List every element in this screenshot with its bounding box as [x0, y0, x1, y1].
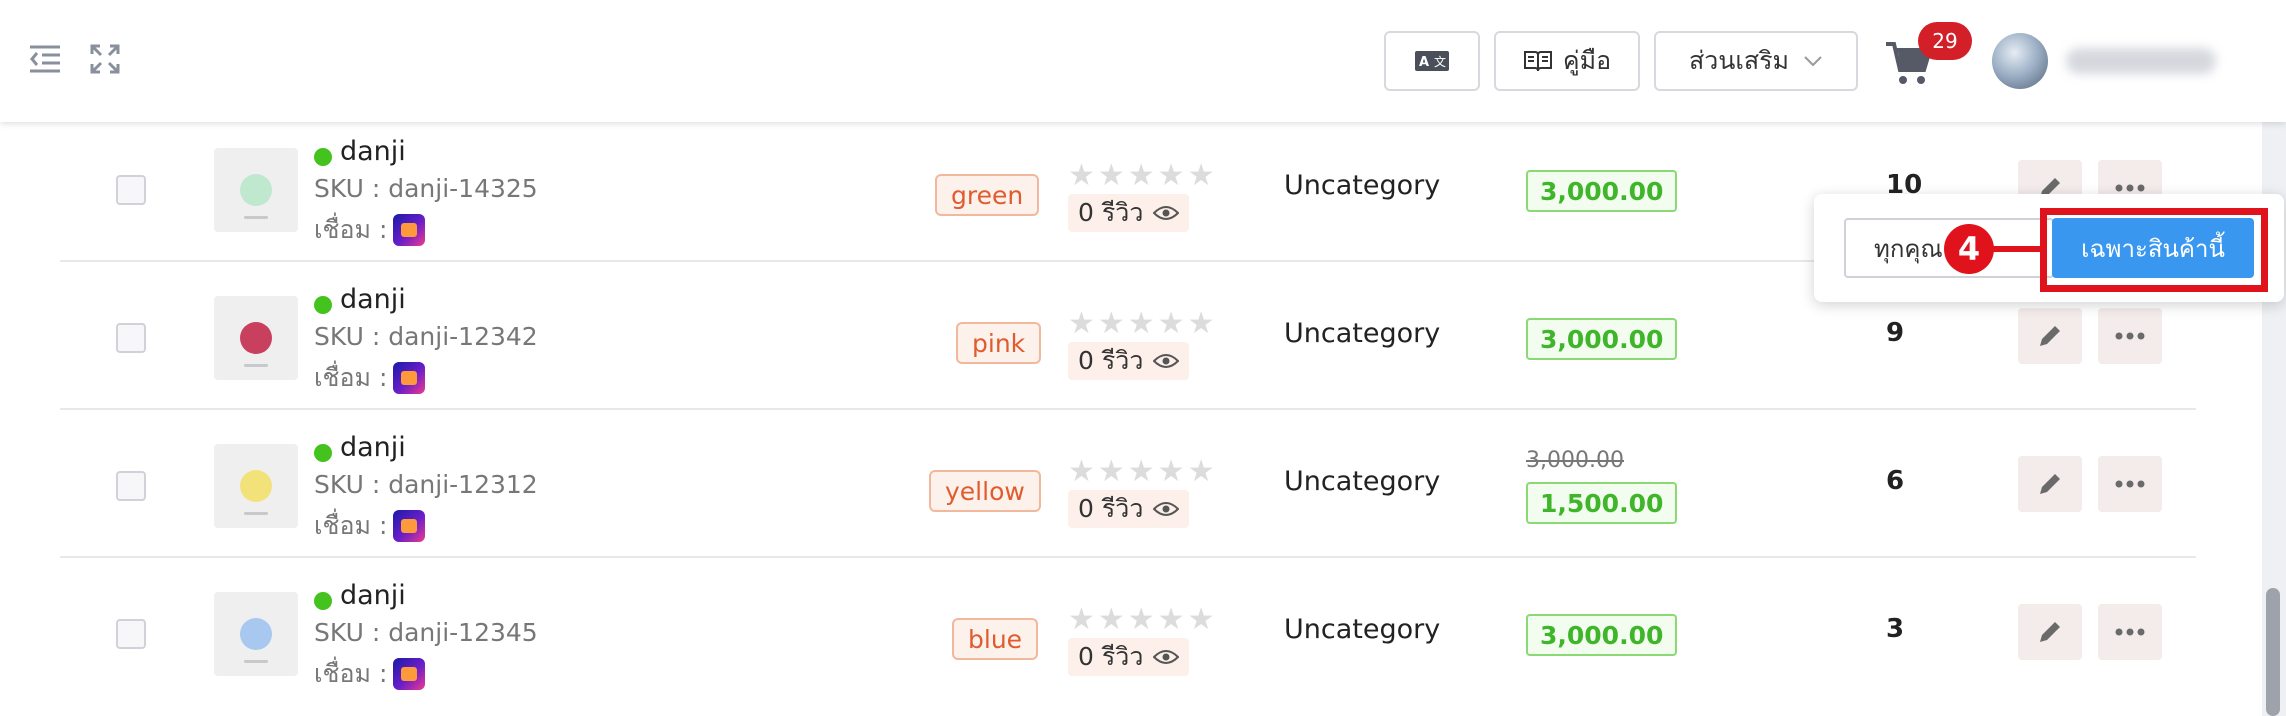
cart-count-badge: 29	[1918, 22, 1972, 60]
more-dots-icon	[2115, 480, 2145, 488]
row-checkbox[interactable]	[116, 471, 146, 501]
fullscreen-icon[interactable]	[88, 42, 122, 76]
product-thumbnail	[214, 296, 298, 380]
addons-label: ส่วนเสริม	[1688, 46, 1790, 75]
product-category: Uncategory	[1284, 614, 1441, 645]
variant-tag: green	[935, 174, 1040, 216]
edit-button[interactable]	[2018, 604, 2082, 660]
callout-step-number: 4	[1944, 224, 1994, 274]
table-row: danji SKU : danji-12345 เชื่อม : blue ★★…	[60, 558, 2196, 706]
product-image	[240, 174, 272, 206]
channel-link: เชื่อม :	[314, 210, 426, 250]
variant-tag: yellow	[929, 470, 1041, 512]
pencil-icon	[2040, 622, 2060, 642]
lazada-icon	[393, 510, 426, 542]
scrollbar-thumb[interactable]	[2266, 588, 2280, 716]
product-qty: 6	[1886, 466, 1905, 496]
channel-link: เชื่อม :	[314, 358, 426, 398]
product-category: Uncategory	[1284, 466, 1441, 497]
channel-link: เชื่อม :	[314, 654, 426, 694]
product-price: 3,000.00	[1526, 170, 1678, 212]
product-name[interactable]: danji	[340, 580, 406, 611]
more-dots-icon	[2115, 332, 2145, 340]
review-count: 0 รีวิว	[1068, 194, 1190, 232]
product-sku: SKU : danji-12342	[314, 322, 538, 351]
edit-button[interactable]	[2018, 308, 2082, 364]
eye-icon[interactable]	[1153, 500, 1180, 518]
original-price: 3,000.00	[1526, 448, 1624, 473]
chevron-down-icon	[1804, 56, 1822, 67]
avatar[interactable]	[1992, 33, 2048, 89]
row-checkbox[interactable]	[116, 323, 146, 353]
table-row: danji SKU : danji-12312 เชื่อม : yellow …	[60, 410, 2196, 558]
book-icon	[1523, 51, 1552, 72]
rating-stars: ★★★★★	[1068, 158, 1218, 193]
product-name[interactable]: danji	[340, 284, 406, 315]
rating-stars: ★★★★★	[1068, 454, 1218, 489]
collapse-menu-icon[interactable]	[28, 42, 62, 76]
more-button[interactable]	[2098, 456, 2162, 512]
eye-icon[interactable]	[1153, 352, 1180, 370]
product-category: Uncategory	[1284, 318, 1441, 349]
status-dot	[314, 296, 332, 314]
top-header: A 文 คู่มือ ส่วนเสริม 29	[0, 0, 2286, 122]
row-checkbox[interactable]	[116, 175, 146, 205]
review-count: 0 รีวิว	[1068, 638, 1190, 676]
product-image	[240, 470, 272, 502]
variant-tag: blue	[952, 618, 1039, 660]
variant-tag: pink	[956, 322, 1042, 364]
product-price: 3,000.00	[1526, 614, 1678, 656]
status-dot	[314, 444, 332, 462]
manual-label: คู่มือ	[1562, 46, 1612, 75]
rating-stars: ★★★★★	[1068, 306, 1218, 341]
product-sku: SKU : danji-12345	[314, 618, 538, 647]
rating-stars: ★★★★★	[1068, 602, 1218, 637]
more-button[interactable]	[2098, 604, 2162, 660]
product-qty: 9	[1886, 318, 1905, 348]
product-name[interactable]: danji	[340, 136, 406, 167]
pencil-icon	[2040, 326, 2060, 346]
product-image	[240, 618, 272, 650]
row-checkbox[interactable]	[116, 619, 146, 649]
product-price: 3,000.00	[1526, 318, 1678, 360]
product-name[interactable]: danji	[340, 432, 406, 463]
review-count: 0 รีวิว	[1068, 342, 1190, 380]
product-sku: SKU : danji-14325	[314, 174, 538, 203]
lazada-icon	[393, 658, 426, 690]
lazada-icon	[393, 214, 426, 246]
review-count: 0 รีวิว	[1068, 490, 1190, 528]
status-dot	[314, 592, 332, 610]
product-thumbnail	[214, 592, 298, 676]
callout-highlight-box	[2040, 208, 2268, 292]
pencil-icon	[2040, 474, 2060, 494]
callout-connector	[1992, 246, 2042, 252]
product-category: Uncategory	[1284, 170, 1441, 201]
addons-dropdown[interactable]: ส่วนเสริม	[1654, 31, 1858, 91]
channel-link: เชื่อม :	[314, 506, 426, 546]
product-image	[240, 322, 272, 354]
product-thumbnail	[214, 148, 298, 232]
translate-icon: A 文	[1415, 51, 1449, 71]
svg-text:A: A	[1419, 55, 1429, 70]
lazada-icon	[393, 362, 426, 394]
product-sku: SKU : danji-12312	[314, 470, 538, 499]
eye-icon[interactable]	[1153, 204, 1180, 222]
translate-button[interactable]: A 文	[1384, 31, 1480, 91]
status-dot	[314, 148, 332, 166]
more-dots-icon	[2115, 184, 2145, 192]
product-thumbnail	[214, 444, 298, 528]
product-price: 1,500.00	[1526, 482, 1678, 524]
svg-text:文: 文	[1434, 54, 1446, 69]
eye-icon[interactable]	[1153, 648, 1180, 666]
more-button[interactable]	[2098, 308, 2162, 364]
manual-button[interactable]: คู่มือ	[1494, 31, 1640, 91]
more-dots-icon	[2115, 628, 2145, 636]
username-blurred[interactable]	[2066, 48, 2216, 74]
product-qty: 3	[1886, 614, 1905, 644]
edit-button[interactable]	[2018, 456, 2082, 512]
